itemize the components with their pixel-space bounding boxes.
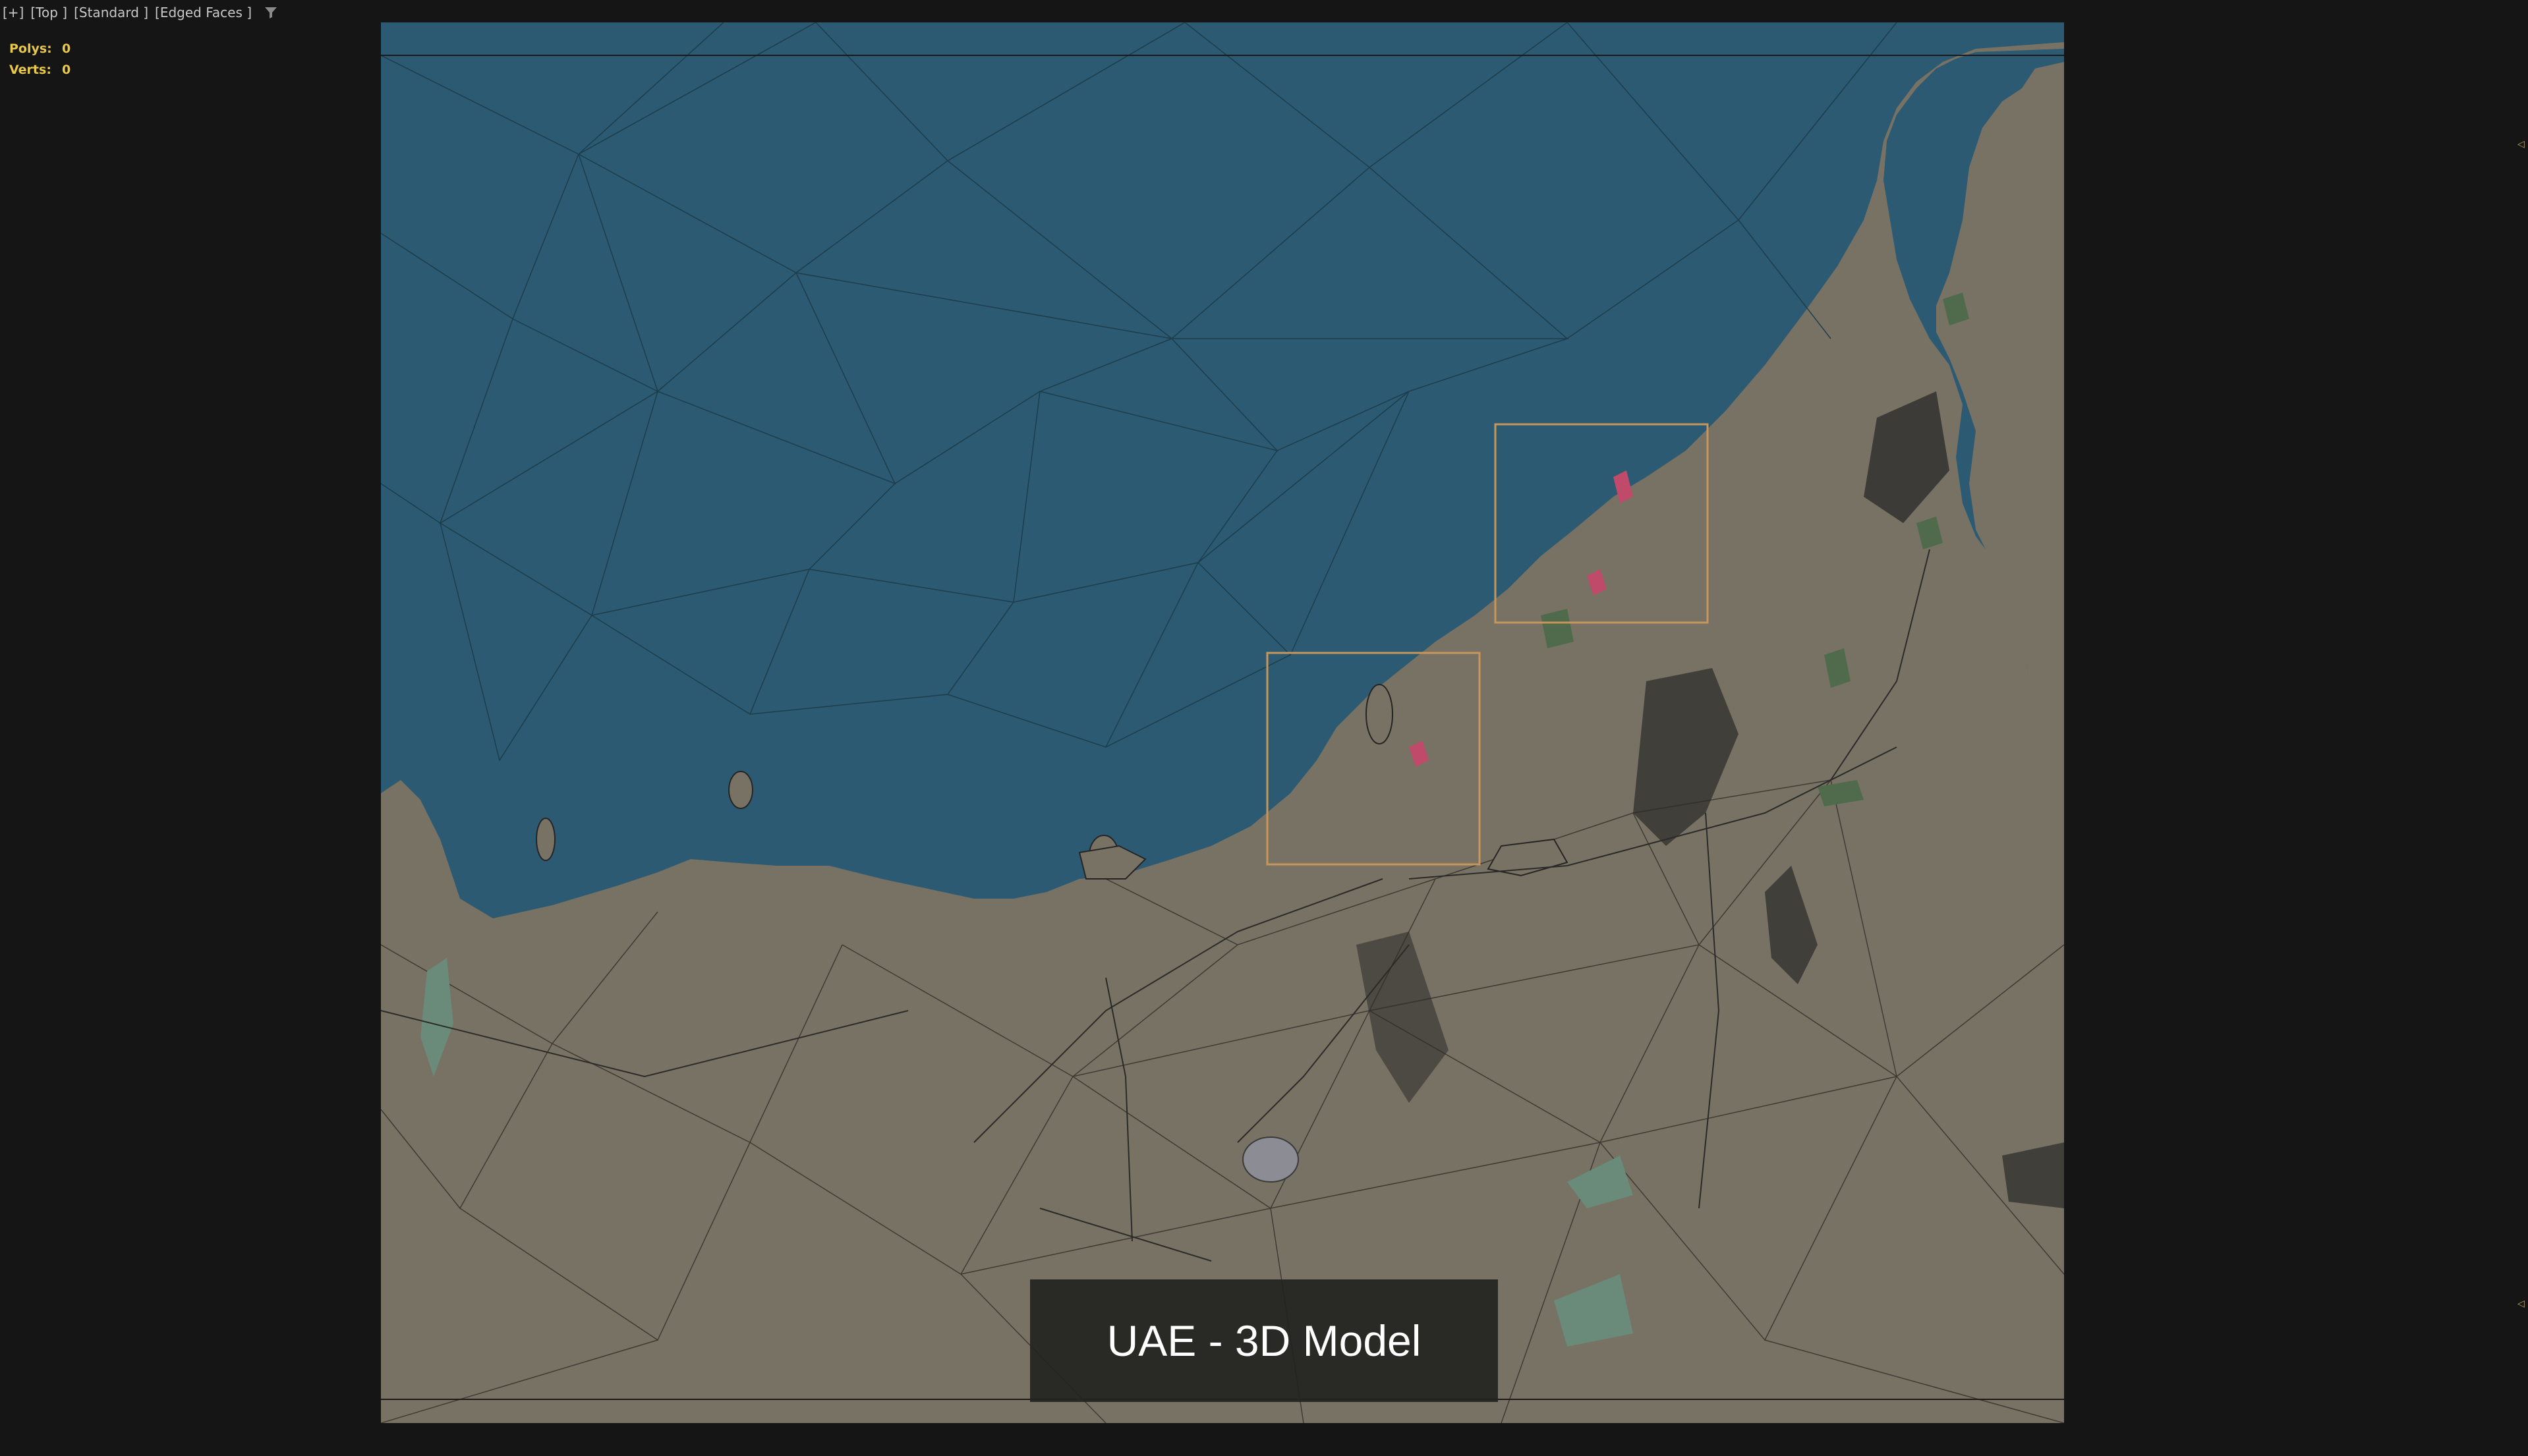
viewport-view-menu[interactable]: [Top ] [30,5,67,20]
statistics-overlay: Polys: 0 Verts: 0 [9,38,71,80]
funnel-icon[interactable] [264,5,278,20]
viewport-shading-menu[interactable]: [Standard ] [74,5,148,20]
map-svg [381,22,2064,1423]
polys-value: 0 [62,42,71,56]
inland-lake [1242,1136,1299,1183]
viewport-edges-menu[interactable]: [Edged Faces ] [155,5,252,20]
viewport[interactable]: [+] [Top ] [Standard ] [Edged Faces ] Po… [0,0,2528,1456]
caption-title: UAE - 3D Model [1106,1316,1422,1365]
viewport-edge-marker-icon: ◁ [2517,1298,2525,1308]
viewport-edge-marker-icon: ◁ [2517,138,2525,149]
polys-label: Polys: [9,42,52,56]
verts-value: 0 [62,63,71,77]
verts-label: Verts: [9,63,51,77]
uae-map-model[interactable] [381,22,2064,1423]
viewport-label-menu: [+] [Top ] [Standard ] [Edged Faces ] [3,3,278,22]
caption-overlay: UAE - 3D Model [1030,1279,1498,1402]
viewport-plus-menu[interactable]: [+] [3,5,24,20]
